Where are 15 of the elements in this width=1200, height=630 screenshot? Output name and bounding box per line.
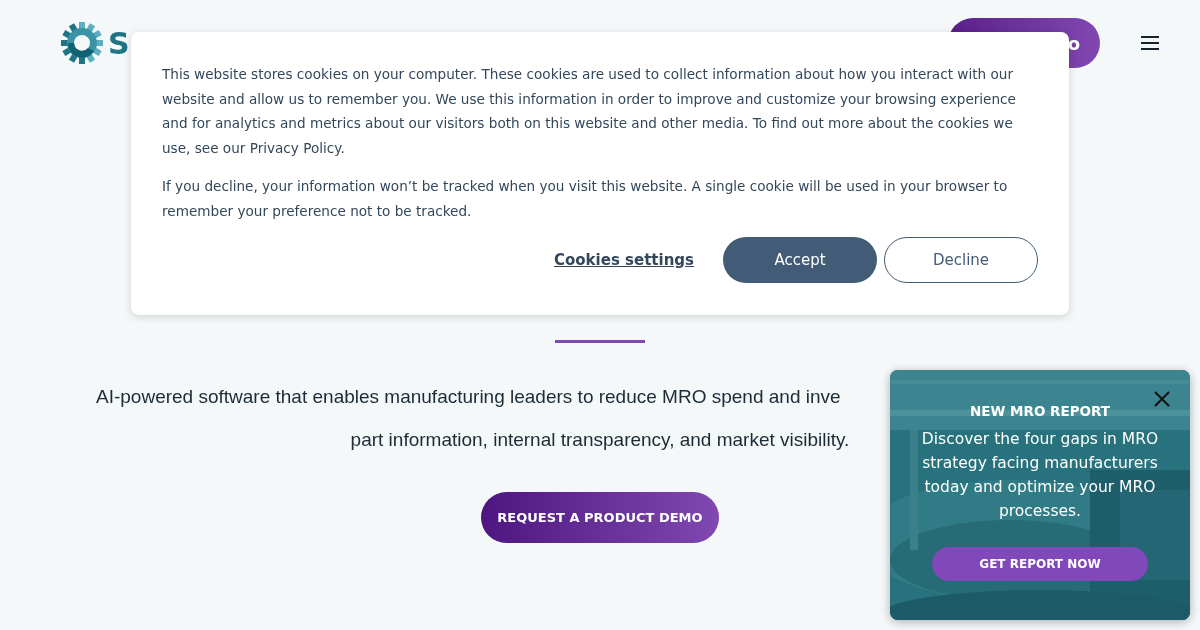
accept-button[interactable]: Accept (723, 237, 877, 283)
promo-text: Discover the four gaps in MRO strategy facing manufacturers today and optimize your MRO processes. (920, 429, 1160, 523)
cookie-text: If you decline, your information won’t be tracked when you visit this website. A single cookie will be used in your browser to remember your preference not to be tracked. (162, 177, 1009, 221)
cookie-settings-link[interactable]: Cookies settings (546, 237, 702, 283)
hero-text: AI-powered software that enables manufacturing leaders to reduce MRO spend and inve (96, 385, 841, 409)
gear-icon (60, 21, 104, 65)
promo-title: NEW MRO REPORT (969, 402, 1111, 421)
get-report-button[interactable]: GET REPORT NOW (932, 547, 1148, 582)
demo-button[interactable]: REQUEST A PRODUCT DEMO (481, 492, 719, 543)
close-icon[interactable] (1154, 391, 1170, 407)
menu-icon[interactable] (1140, 35, 1160, 51)
logo-text: S (108, 24, 130, 63)
hero-text: part information, internal transparency, and market visibility. (350, 427, 850, 452)
decline-button[interactable]: Decline (884, 237, 1038, 283)
cookie-text: This website stores cookies on your computer. These cookies are used to collect information about how you interact with our website and allow us to remember you. We use this information in order to improve and customize your browsing experience and for analytics and metrics about our visitors both on this website and other media. To find out more about the cookies we use, see our Privacy Policy. (162, 65, 1017, 158)
